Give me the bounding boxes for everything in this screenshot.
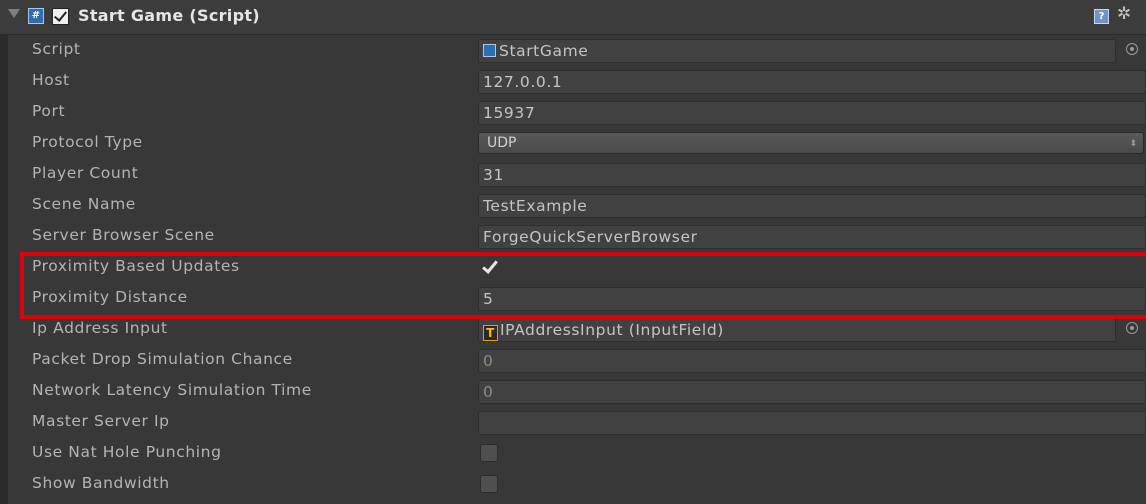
property-label: Network Latency Simulation Time (32, 381, 312, 399)
port-field[interactable]: 15937 (478, 101, 1146, 125)
property-label: Host (32, 71, 70, 89)
scene-name-field[interactable]: TestExample (478, 194, 1146, 218)
property-row-host: Host 127.0.0.1 (0, 66, 1146, 97)
property-label: Protocol Type (32, 133, 143, 151)
property-row-packet-drop-simulation-chance: Packet Drop Simulation Chance 0 (0, 345, 1146, 376)
component-header[interactable]: # Start Game (Script) ? ✲ (0, 0, 1146, 35)
csharp-script-icon: # (28, 8, 44, 24)
gear-icon[interactable]: ✲ (1117, 4, 1131, 24)
show-bandwidth-checkbox[interactable] (480, 475, 498, 493)
help-icon[interactable]: ? (1094, 9, 1109, 24)
ip-address-input-object-field[interactable]: T IPAddressInput (InputField) (478, 318, 1116, 342)
property-row-server-browser-scene: Server Browser Scene ForgeQuickServerBrow… (0, 221, 1146, 252)
master-server-ip-field[interactable] (478, 411, 1146, 435)
component-enabled-checkbox[interactable] (52, 8, 69, 25)
property-label: Show Bandwidth (32, 474, 170, 492)
object-field-value: StartGame (499, 42, 589, 60)
property-row-show-bandwidth: Show Bandwidth (0, 469, 1146, 500)
property-row-port: Port 15937 (0, 97, 1146, 128)
highlight-box (20, 252, 1146, 319)
server-browser-scene-field[interactable]: ForgeQuickServerBrowser (478, 225, 1146, 249)
property-row-script: Script StartGame (0, 35, 1146, 66)
csharp-script-icon (483, 44, 496, 57)
property-label: Server Browser Scene (32, 226, 215, 244)
object-field-value: IPAddressInput (InputField) (500, 321, 724, 339)
property-row-player-count: Player Count 31 (0, 159, 1146, 190)
dropdown-arrows-icon: ⬍ (1129, 139, 1137, 149)
property-label: Scene Name (32, 195, 136, 213)
property-label: Ip Address Input (32, 319, 168, 337)
property-row-master-server-ip: Master Server Ip (0, 407, 1146, 438)
component-title: Start Game (Script) (78, 6, 260, 25)
protocol-type-dropdown[interactable]: UDP ⬍ (478, 132, 1144, 154)
script-object-field[interactable]: StartGame (478, 39, 1116, 63)
property-row-protocol-type: Protocol Type UDP ⬍ (0, 128, 1146, 159)
property-row-scene-name: Scene Name TestExample (0, 190, 1146, 221)
object-picker-icon[interactable] (1126, 43, 1138, 55)
property-row-network-latency-simulation-time: Network Latency Simulation Time 0 (0, 376, 1146, 407)
player-count-field[interactable]: 31 (478, 163, 1146, 187)
text-icon: T (483, 325, 498, 341)
foldout-arrow-icon[interactable] (8, 9, 20, 18)
property-label: Script (32, 40, 81, 58)
packet-drop-simulation-chance-field[interactable]: 0 (478, 349, 1146, 373)
property-label: Port (32, 102, 66, 120)
use-nat-hole-punching-checkbox[interactable] (480, 444, 498, 462)
property-label: Master Server Ip (32, 412, 170, 430)
property-row-use-nat-hole-punching: Use Nat Hole Punching (0, 438, 1146, 469)
property-label: Use Nat Hole Punching (32, 443, 222, 461)
network-latency-simulation-time-field[interactable]: 0 (478, 380, 1146, 404)
property-label: Packet Drop Simulation Chance (32, 350, 293, 368)
host-field[interactable]: 127.0.0.1 (478, 70, 1146, 94)
object-picker-icon[interactable] (1126, 322, 1138, 334)
property-label: Player Count (32, 164, 139, 182)
dropdown-value: UDP (487, 135, 517, 151)
